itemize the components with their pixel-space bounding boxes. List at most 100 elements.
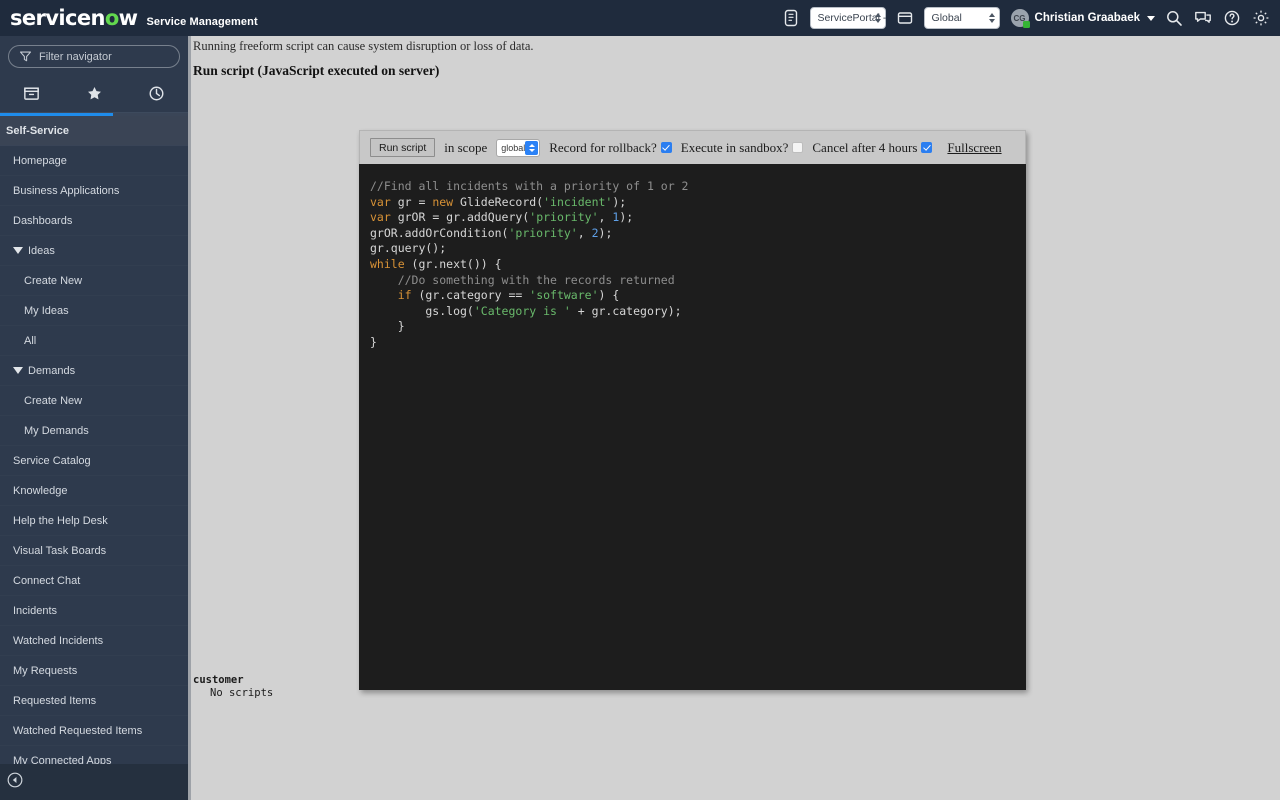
sidebar-item-demands[interactable]: Demands (0, 356, 188, 386)
sidebar-item-business-applications[interactable]: Business Applications (0, 176, 188, 206)
sidebar-nav-list: Homepage Business Applications Dashboards I… (0, 146, 188, 776)
code-token: grOR = gr.addQuery( (390, 210, 530, 225)
window-icon[interactable] (895, 8, 915, 28)
code-line: //Find all incidents with a priority of … (370, 179, 1026, 195)
page-title: Run script (JavaScript executed on serve… (193, 63, 440, 78)
servicenow-logo[interactable]: servicenow Service Management (0, 5, 258, 30)
banner-right-tools: ServicePortal - Global CG Christian Graa… (781, 0, 1280, 36)
sidebar-item-label: Knowledge (13, 484, 68, 497)
scope-select[interactable]: global (496, 138, 541, 157)
cancel-option[interactable]: Cancel after 4 hours (812, 140, 933, 156)
chevron-down-icon (1147, 15, 1155, 21)
domain-selector-value: Global (931, 12, 962, 24)
rollback-checkbox[interactable] (660, 142, 672, 153)
logo-suffix: w (118, 5, 138, 30)
content-scrollbar[interactable] (188, 36, 191, 800)
code-token: grOR.addOrCondition( (370, 225, 509, 240)
tab-favorites[interactable] (63, 75, 126, 112)
sidebar-item-label: My Ideas (24, 304, 69, 317)
sidebar-item-my-ideas[interactable]: My Ideas (0, 296, 188, 326)
sidebar-item-label: All (24, 334, 37, 347)
chat-icon[interactable] (1193, 8, 1213, 28)
sidebar-item-watched-incidents[interactable]: Watched Incidents (0, 626, 188, 656)
rollback-option[interactable]: Record for rollback? (549, 140, 672, 156)
application-selector[interactable]: ServicePortal - (809, 7, 886, 29)
code-line: gs.log('Category is ' + gr.category); (370, 304, 1026, 320)
sidebar-item-label: Business Applications (13, 184, 120, 197)
sandbox-checkbox[interactable] (792, 142, 804, 153)
code-token: } (370, 319, 405, 334)
sidebar-item-create-new[interactable]: Create New (0, 386, 188, 416)
document-icon[interactable] (781, 8, 801, 28)
search-input[interactable]: Filter navigator (8, 45, 180, 68)
loading-progress-bar (0, 113, 188, 116)
sidebar-item-help-the-help-desk[interactable]: Help the Help Desk (0, 506, 188, 536)
cancel-checkbox[interactable] (921, 142, 933, 153)
sidebar-item-my-requests[interactable]: My Requests (0, 656, 188, 686)
code-token: 'Category is ' (473, 303, 571, 318)
star-icon (87, 87, 101, 100)
code-token: , (598, 210, 613, 225)
sidebar-item-label: Requested Items (13, 694, 97, 707)
triangle-down-icon (13, 367, 23, 374)
sidebar-section-self-service[interactable]: Self-Service (0, 116, 188, 146)
spinner-arrows-icon (525, 140, 539, 155)
clock-icon (149, 86, 164, 101)
sidebar-item-connect-chat[interactable]: Connect Chat (0, 566, 188, 596)
sidebar-item-knowledge[interactable]: Knowledge (0, 476, 188, 506)
logo-text: servicenow (10, 5, 138, 30)
code-token: GlideRecord( (453, 194, 544, 209)
filter-icon (19, 51, 32, 62)
sidebar-item-homepage[interactable]: Homepage (0, 146, 188, 176)
search-icon[interactable] (1164, 8, 1184, 28)
sidebar-item-create-new[interactable]: Create New (0, 266, 188, 296)
sidebar-footer (0, 764, 188, 800)
code-token: var (370, 194, 391, 209)
sandbox-option[interactable]: Execute in sandbox? (681, 140, 804, 156)
spinner-arrows-icon (874, 13, 881, 23)
sidebar-item-label: Incidents (13, 604, 58, 617)
sidebar-item-label: My Demands (24, 424, 89, 437)
sidebar-item-ideas[interactable]: Ideas (0, 236, 188, 266)
sidebar-item-dashboards[interactable]: Dashboards (0, 206, 188, 236)
help-icon[interactable] (1222, 8, 1242, 28)
user-name: Christian Graabaek (1034, 12, 1140, 24)
code-token: 'priority' (508, 225, 578, 240)
code-token: 'incident' (543, 194, 613, 209)
code-line: grOR.addOrCondition('priority', 2); (370, 226, 1026, 242)
user-menu[interactable]: CG Christian Graabaek (1010, 9, 1155, 28)
gear-icon[interactable] (1251, 8, 1271, 28)
sidebar-item-watched-requested-items[interactable]: Watched Requested Items (0, 716, 188, 746)
tab-all-applications[interactable] (0, 75, 63, 112)
logo-prefix: servicen (10, 5, 105, 30)
sidebar-item-incidents[interactable]: Incidents (0, 596, 188, 626)
sidebar-item-label: Help the Help Desk (13, 514, 108, 527)
code-line: var grOR = gr.addQuery('priority', 1); (370, 210, 1026, 226)
sidebar-item-label: Ideas (28, 244, 55, 257)
sidebar-item-label: Visual Task Boards (13, 544, 107, 557)
fullscreen-link[interactable]: Fullscreen (947, 140, 1001, 156)
code-editor-area[interactable]: //Find all incidents with a priority of … (359, 164, 1026, 690)
sidebar-item-all[interactable]: All (0, 326, 188, 356)
run-script-button[interactable]: Run script (370, 138, 436, 157)
search-input-placeholder: Filter navigator (39, 50, 112, 63)
collapse-left-icon[interactable] (6, 771, 24, 794)
banner-subtitle: Service Management (146, 15, 258, 28)
code-token: } (370, 334, 377, 349)
sidebar-item-my-demands[interactable]: My Demands (0, 416, 188, 446)
code-line: //Do something with the records returned (370, 273, 1026, 289)
domain-selector[interactable]: Global (923, 7, 1000, 29)
sidebar-item-label: Watched Requested Items (13, 724, 143, 737)
sidebar-item-requested-items[interactable]: Requested Items (0, 686, 188, 716)
code-token: ); (598, 225, 613, 240)
output-body: No scripts (210, 687, 274, 699)
sidebar-item-label: Dashboards (13, 214, 73, 227)
tab-history[interactable] (125, 75, 188, 112)
code-token: //Find all incidents with a priority of … (370, 179, 689, 193)
code-token: if (397, 288, 412, 303)
sidebar-item-visual-task-boards[interactable]: Visual Task Boards (0, 536, 188, 566)
scope-select-value: global (501, 142, 526, 153)
sidebar-item-service-catalog[interactable]: Service Catalog (0, 446, 188, 476)
code-token: ) { (598, 288, 620, 303)
